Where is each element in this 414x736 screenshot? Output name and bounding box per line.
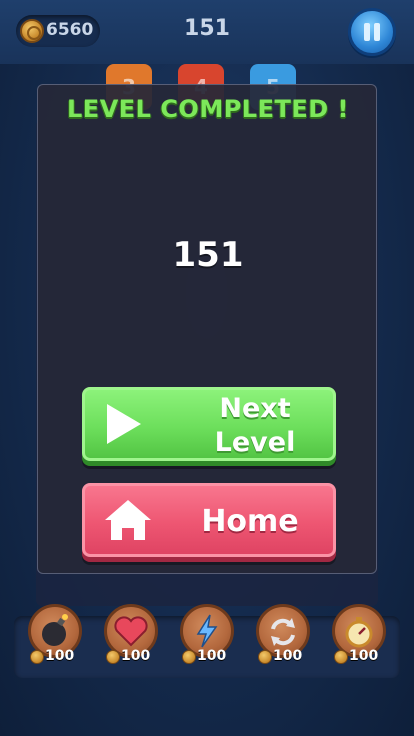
coin-icon (334, 650, 348, 664)
level-score: 151 (172, 235, 244, 275)
dialog-title: LEVEL COMPLETED ! (67, 95, 349, 123)
powerup-bomb[interactable]: 100 (26, 604, 84, 674)
pause-icon (364, 23, 370, 41)
home-label: Home (201, 504, 299, 539)
powerup-refresh[interactable]: 100 (254, 604, 312, 674)
powerup-price: 100 (45, 648, 75, 664)
powerup-price: 100 (121, 648, 151, 664)
coin-icon (258, 650, 272, 664)
level-completed-dialog: LEVEL COMPLETED ! 151 Next Level Home (37, 84, 377, 574)
coin-icon (30, 650, 44, 664)
pause-button[interactable] (348, 8, 396, 56)
powerup-heart[interactable]: 100 (102, 604, 160, 674)
powerup-stopwatch[interactable]: 100 (330, 604, 388, 674)
powerup-price: 100 (273, 648, 303, 664)
top-bar: 6560 151 (0, 0, 414, 64)
powerup-lightning[interactable]: 100 (178, 604, 236, 674)
powerup-price: 100 (197, 648, 227, 664)
coin-icon (106, 650, 120, 664)
home-icon (105, 500, 151, 540)
next-level-label: Next Level (214, 393, 296, 458)
next-level-button[interactable]: Next Level (82, 387, 336, 461)
play-icon (107, 404, 141, 444)
powerup-bar: 100 100 100 100 100 (14, 604, 400, 678)
powerup-price: 100 (349, 648, 379, 664)
coin-icon (182, 650, 196, 664)
home-button[interactable]: Home (82, 483, 336, 557)
